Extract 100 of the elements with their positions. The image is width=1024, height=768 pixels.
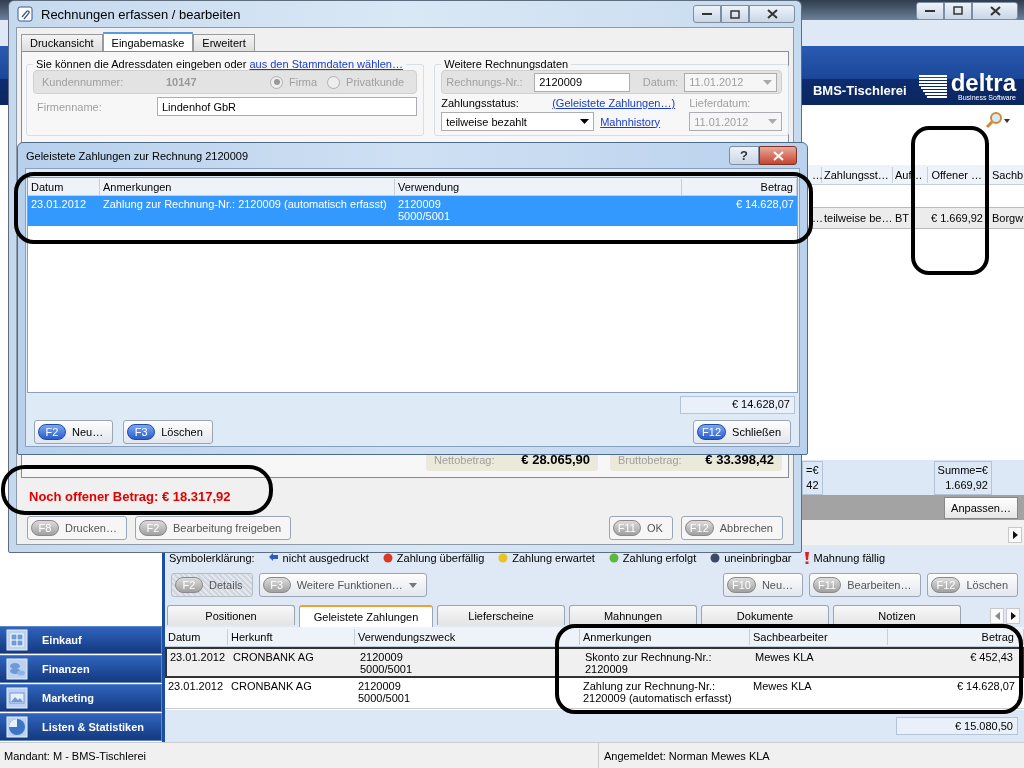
field-label: Rechnungs-Nr.: [446, 76, 524, 88]
key-badge: F12 [697, 423, 727, 440]
close-icon [989, 5, 1001, 16]
caret-icon[interactable] [1004, 119, 1010, 123]
tab[interactable]: Lieferscheine [437, 605, 565, 625]
tab[interactable]: Positionen [167, 605, 295, 625]
tab[interactable]: Mahnungen [569, 605, 697, 625]
field-label: Lieferdatum: [689, 97, 751, 109]
sidebar-item[interactable]: Einkauf [0, 626, 162, 654]
link[interactable]: aus den Stammdaten wählen… [249, 58, 403, 70]
company-name: BMS-Tischlerei [812, 83, 907, 100]
sidebar-item[interactable]: Marketing [0, 684, 162, 712]
field-label: Firmenname: [36, 100, 103, 113]
status-text: Mandant: M - BMS-Tischlerei [3, 749, 148, 762]
key-badge: F3 [262, 577, 291, 593]
table-cell-text: Zahlung zur Rechnung-Nr.: 2120009 (automatisch erfasst) [102, 197, 388, 212]
close-icon [772, 150, 784, 161]
group-title: Weitere Rechnungsdaten [444, 58, 569, 70]
column-header[interactable]: Zahlungsst… [822, 166, 893, 183]
scroll-right-button[interactable] [1008, 527, 1022, 543]
scroll-right-button[interactable] [1006, 608, 1020, 624]
dialog-button[interactable]: F12 Schließen [693, 419, 791, 444]
table-cell-text: € 452,43 [969, 650, 1014, 665]
sum-box: Summe=€ 1.669,92 [933, 460, 992, 495]
close-button[interactable] [759, 146, 797, 165]
status-text: Angemeldet: Norman Mewes KLA [604, 749, 770, 762]
maximize-icon [953, 6, 963, 15]
link[interactable]: Mahnhistory [600, 115, 690, 128]
column-header[interactable]: Sachb [988, 166, 1024, 183]
total-value: € 28.065,90 [521, 452, 590, 467]
grid-icon [6, 629, 28, 651]
tab[interactable]: Eingabemaske [102, 32, 194, 51]
right-arrow-icon [1012, 531, 1018, 539]
window-title: Geleistete Zahlungen zur Rechnung 2120009 [26, 149, 249, 162]
caret-icon [763, 79, 773, 85]
status-dropdown[interactable]: teilweise bezahlt [441, 112, 595, 131]
key-badge: F2 [175, 577, 203, 593]
table-cell-text: € 14.628,07 [734, 197, 795, 212]
table-cell-text: CRONBANK AG [230, 679, 313, 694]
help-button[interactable]: ? [729, 146, 759, 165]
minimize-button[interactable] [693, 5, 721, 23]
customize-button[interactable]: Anpassen… [944, 496, 1018, 519]
close-button[interactable] [749, 5, 795, 23]
table-row[interactable]: 23.01.2012 CRONBANK AG 2120009 5000/5001 Zahlung zur Rechnung-Nr.: 2120009 (automatisch erfasst) Mewes KLA € 14.628,07 [165, 678, 1024, 709]
pie-chart-icon [6, 716, 28, 738]
minimize-button[interactable] [916, 1, 944, 20]
column-header[interactable]: Sachbearbeiter [750, 628, 888, 645]
column-header[interactable]: Offener … [928, 166, 988, 183]
table-cell-text: 2120009 5000/5001 [397, 197, 451, 224]
legend-title: Symbolerklärung: [169, 551, 255, 564]
table-cell-text: Mewes KLA [752, 679, 813, 694]
dialog-button[interactable]: F3 Löschen [123, 419, 213, 444]
field-value: 10147 [166, 76, 198, 88]
table-row[interactable]: …teilweise be… BT € 1.669,92 Borgw [810, 207, 1024, 229]
column-header[interactable]: Anmerkungen [580, 628, 750, 645]
key-badge: F12 [684, 520, 714, 536]
tab[interactable]: Druckansicht [21, 34, 103, 51]
tab[interactable]: Erweitert [193, 34, 255, 51]
radio-button[interactable] [270, 75, 283, 89]
sidebar-item[interactable]: Listen & Statistiken [0, 713, 162, 741]
tab[interactable]: Notizen [833, 605, 961, 625]
sum-box: =€ 42 [802, 460, 823, 495]
dialog-button[interactable]: F2 Neu… [34, 419, 114, 444]
picture-icon [6, 687, 28, 709]
table-cell-text: Zahlung zur Rechnung-Nr.: 2120009 (automatisch erfasst) [582, 679, 733, 706]
link[interactable]: (Geleistete Zahlungen…) [552, 97, 690, 109]
key-badge: F11 [813, 577, 842, 593]
maximize-button[interactable] [944, 1, 972, 20]
caret-icon [580, 119, 590, 124]
right-arrow-icon [1010, 612, 1016, 620]
sidebar-item[interactable]: Finanzen [0, 655, 162, 683]
table-row[interactable]: 23.01.2012 CRONBANK AG 2120009 5000/5001 Skonto zur Rechnung-Nr.: 2120009 Mewes KLA € 452,43 [165, 647, 1024, 678]
input-field[interactable]: 2120009 [534, 72, 631, 92]
table-cell-text: 2120009 5000/5001 [359, 650, 413, 677]
field-label: Kundennummer: [42, 76, 125, 88]
column-header[interactable]: Herkunft [228, 628, 355, 645]
column-header[interactable]: Anmerkungen [100, 178, 395, 195]
column-header[interactable]: Verwendung [395, 178, 682, 195]
left-arrow-icon [994, 612, 1000, 620]
field-label: Zahlungsstatus: [441, 97, 520, 109]
total-label: Nettobetrag: [434, 453, 495, 466]
column-header[interactable]: Betrag [888, 628, 1024, 645]
column-header[interactable]: Datum [28, 178, 100, 195]
maximize-button[interactable] [721, 5, 749, 23]
input-field[interactable]: Lindenhof GbR [157, 97, 418, 116]
key-badge: F12 [931, 577, 961, 593]
close-button[interactable] [972, 1, 1018, 20]
field-label: Datum: [642, 76, 679, 88]
table-cell-text: 23.01.2012 [167, 679, 225, 694]
column-header[interactable]: Verwendungszweck [355, 628, 580, 645]
table-cell-text: Borgw [991, 211, 1024, 226]
table-cell-text: CRONBANK AG [232, 650, 315, 665]
table-cell-text: € 14.628,07 [955, 679, 1016, 694]
column-header[interactable]: Betrag [682, 178, 797, 195]
tab[interactable]: Dokumente [701, 605, 829, 625]
column-header[interactable]: … [810, 166, 822, 183]
table-cell-text: 2120009 5000/5001 [357, 679, 411, 706]
radio-button[interactable] [327, 75, 341, 89]
tab[interactable]: Geleistete Zahlungen [299, 605, 433, 627]
column-header[interactable]: Datum [165, 628, 228, 645]
